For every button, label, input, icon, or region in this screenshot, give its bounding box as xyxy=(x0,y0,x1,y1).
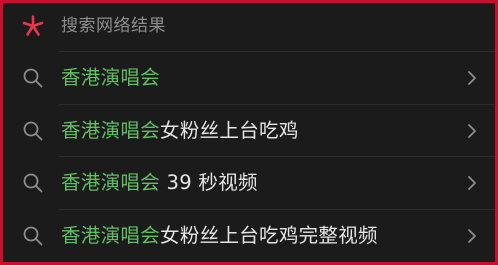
search-suggestion-item[interactable]: 香港演唱会女粉丝上台吃鸡 xyxy=(3,103,495,157)
search-icon xyxy=(23,121,43,140)
asterisk-brand-icon xyxy=(22,15,44,36)
search-suggestion-item[interactable]: 香港演唱会 xyxy=(3,51,495,104)
divider xyxy=(59,103,495,105)
divider xyxy=(59,51,495,52)
suggestion-text: 香港演唱会 xyxy=(61,65,160,91)
suggestion-rest: 39 秒视频 xyxy=(160,171,258,194)
chevron-right-icon xyxy=(468,176,476,190)
search-suggestion-item[interactable]: 香港演唱会女粉丝上台吃鸡完整视频 xyxy=(3,208,495,262)
chevron-right-icon xyxy=(468,71,476,85)
query-highlight: 香港演唱会 xyxy=(61,118,161,142)
search-icon xyxy=(23,226,43,245)
divider xyxy=(59,208,495,210)
search-icon xyxy=(23,173,43,193)
suggestion-text: 香港演唱会女粉丝上台吃鸡完整视频 xyxy=(61,223,378,249)
search-suggestion-item[interactable]: 香港演唱会 39 秒视频 xyxy=(3,156,495,209)
suggestion-rest: 女粉丝上台吃鸡 xyxy=(160,118,299,142)
results-header-title: 搜索网络结果 xyxy=(61,16,166,36)
suggestion-text: 香港演唱会 39 秒视频 xyxy=(61,170,258,196)
chevron-right-icon xyxy=(468,123,476,138)
results-header: 搜索网络结果 xyxy=(3,3,495,49)
search-results-panel: 搜索网络结果 香港演唱会 香港演唱会女粉丝上台吃鸡 香港演唱会 39 秒视频 香… xyxy=(3,3,495,262)
query-highlight: 香港演唱会 xyxy=(61,66,161,89)
results-list: 香港演唱会 香港演唱会女粉丝上台吃鸡 香港演唱会 39 秒视频 香港演唱会女粉丝… xyxy=(3,51,495,261)
suggestion-rest: 女粉丝上台吃鸡完整视频 xyxy=(160,223,378,247)
query-highlight: 香港演唱会 xyxy=(61,171,161,194)
query-highlight: 香港演唱会 xyxy=(61,223,161,247)
search-icon xyxy=(23,68,43,88)
divider xyxy=(59,156,495,157)
chevron-right-icon xyxy=(468,228,476,243)
suggestion-text: 香港演唱会女粉丝上台吃鸡 xyxy=(61,118,299,144)
